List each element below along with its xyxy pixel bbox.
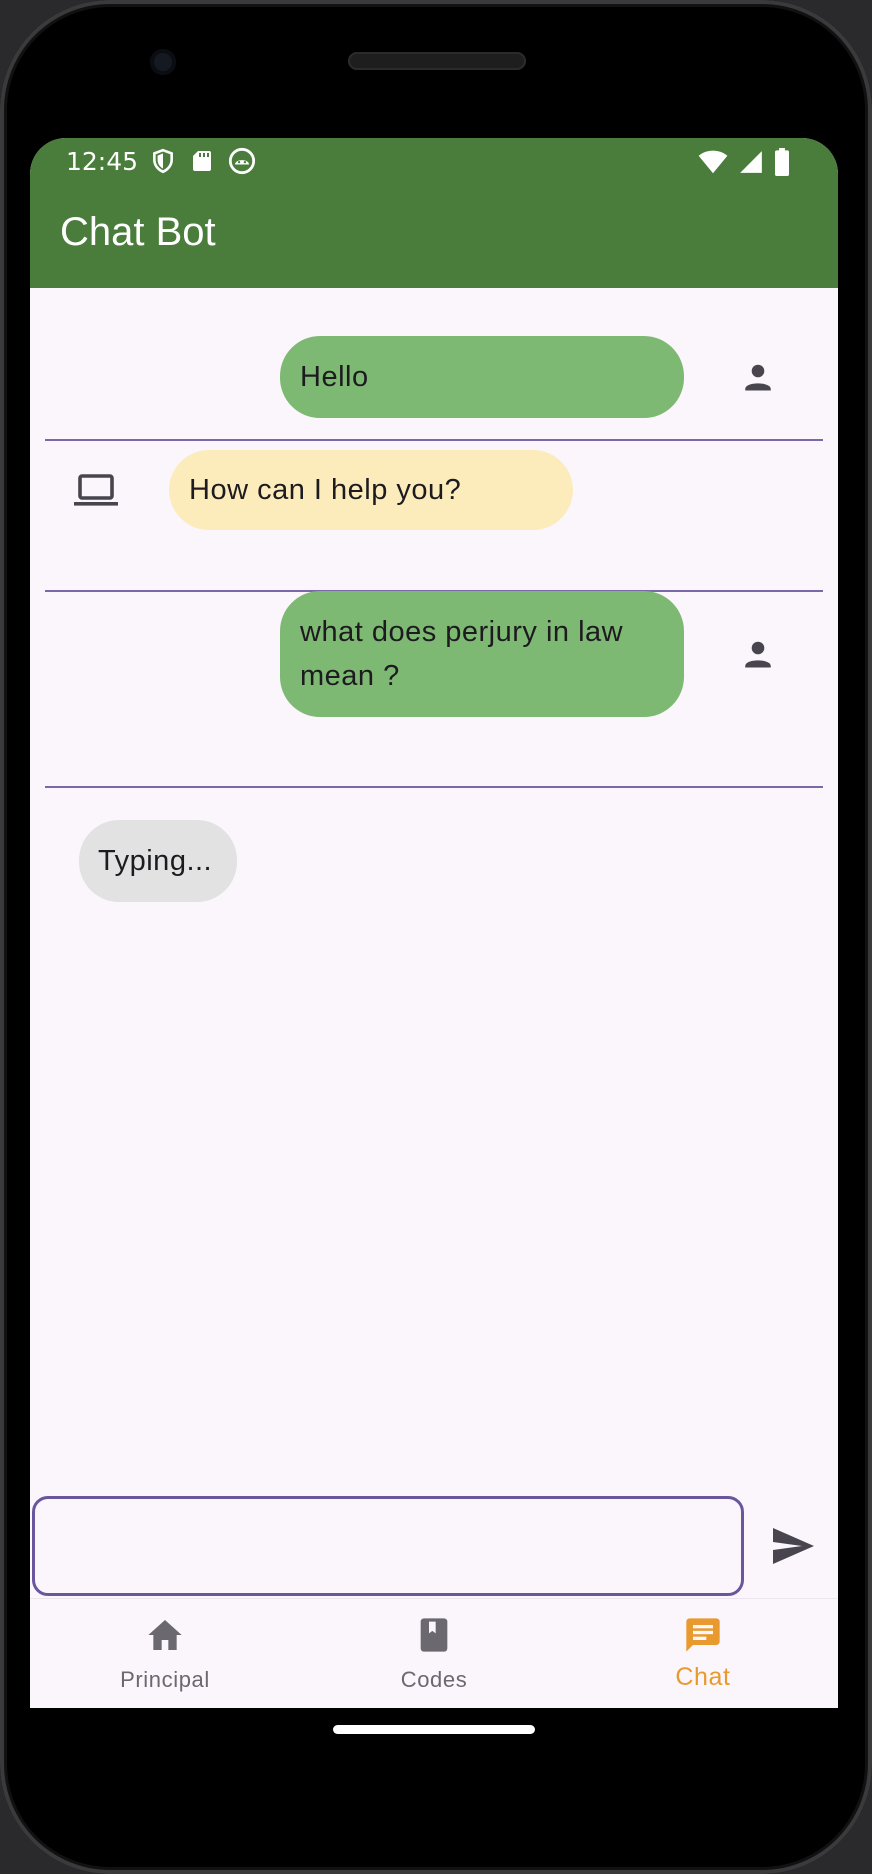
home-indicator[interactable] <box>333 1725 535 1734</box>
android-icon <box>228 147 256 175</box>
message-text: How can I help you? <box>189 474 462 506</box>
message-text: Hello <box>300 361 369 393</box>
typing-indicator-row: Typing... <box>30 820 838 910</box>
nav-label: Principal <box>120 1667 210 1692</box>
status-time: 12:45 <box>66 147 139 176</box>
laptop-icon <box>74 474 118 506</box>
sd-card-icon <box>193 151 211 171</box>
status-bar: 12:45 <box>30 138 838 184</box>
home-icon <box>148 1620 182 1650</box>
signal-icon <box>740 151 762 173</box>
message-text: what does perjury in law mean ? <box>300 616 624 692</box>
app-bar: 12:45 Chat Bot <box>30 138 838 288</box>
send-icon[interactable] <box>768 1522 816 1570</box>
chat-message-row: what does perjury in law mean ? <box>30 591 838 787</box>
front-camera <box>150 49 176 75</box>
chat-icon <box>686 1618 720 1652</box>
person-icon <box>745 641 771 668</box>
shield-icon <box>153 148 173 174</box>
user-message-bubble: Hello <box>280 336 684 418</box>
nav-label: Codes <box>400 1667 468 1692</box>
typing-text: Typing... <box>98 845 213 877</box>
app-screen: 12:45 Chat Bot Hello How can I help you?… <box>30 138 838 1708</box>
book-icon <box>420 1618 448 1652</box>
wifi-icon <box>698 150 728 174</box>
user-message-bubble: what does perjury in law mean ? <box>280 591 684 717</box>
bot-message-bubble: How can I help you? <box>169 450 573 530</box>
page-title: Chat Bot <box>60 210 216 254</box>
nav-item-principal[interactable]: Principal <box>85 1599 245 1708</box>
phone-frame: 12:45 Chat Bot Hello How can I help you?… <box>0 0 872 1874</box>
status-left-icons <box>150 147 256 175</box>
typing-indicator-bubble: Typing... <box>79 820 237 902</box>
battery-icon <box>775 148 789 176</box>
chat-message-list[interactable]: Hello How can I help you? what does perj… <box>30 288 838 1488</box>
status-right-icons <box>698 148 790 176</box>
bottom-navigation: Principal Codes Chat <box>30 1598 838 1708</box>
nav-item-chat[interactable]: Chat <box>623 1599 783 1708</box>
chat-message-row: Hello <box>30 288 838 456</box>
nav-item-codes[interactable]: Codes <box>354 1599 514 1708</box>
person-icon <box>745 364 771 391</box>
earpiece-speaker <box>348 52 526 70</box>
message-input[interactable] <box>32 1496 744 1596</box>
message-divider <box>45 786 823 788</box>
nav-label: Chat <box>675 1663 731 1691</box>
message-composer <box>30 1496 838 1598</box>
chat-message-row: How can I help you? <box>30 440 838 590</box>
